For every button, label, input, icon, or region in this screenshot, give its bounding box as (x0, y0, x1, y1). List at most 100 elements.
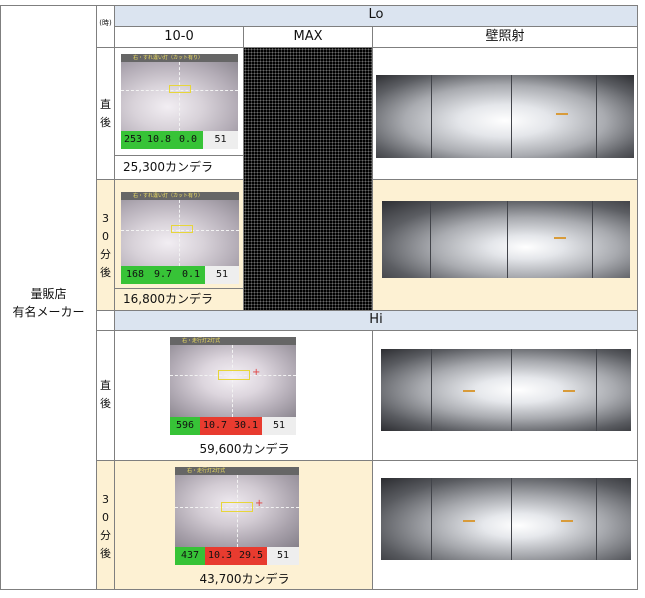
reading-height: 51 (203, 131, 238, 149)
lo-after30-candela: 16,800カンデラ (114, 288, 244, 311)
hi-immediate-wall-cell (372, 330, 638, 461)
beam-glow (381, 478, 631, 560)
hi-header-label: Hi (369, 312, 383, 327)
lo-after30-wall-cell (372, 179, 638, 311)
wall-seam (511, 478, 512, 560)
target-box (171, 225, 193, 233)
beam-pattern (121, 200, 239, 266)
reference-mark (563, 390, 575, 392)
reading-vertical: 10.3 (205, 547, 235, 565)
target-box (218, 370, 250, 380)
reading-height: 51 (267, 547, 299, 565)
time-char: 後 (100, 266, 111, 279)
reference-mark (561, 520, 573, 522)
time-label-hi-immediate: 直 後 (96, 330, 115, 461)
hi-after30-candela: 43,700カンデラ (115, 570, 374, 588)
hi-header: Hi (114, 310, 638, 331)
tester-screen: 右・走行灯2灯式 + 437 10.3 29.5 51 (175, 467, 299, 565)
beam-pattern (170, 345, 296, 417)
wall-photo (381, 478, 631, 560)
reading-horizontal: 30.1 (230, 417, 262, 435)
time-char: 0 (102, 230, 109, 243)
tester-title: 右・すれ違い灯（カット有り） (133, 55, 204, 61)
reading-intensity: 596 (170, 417, 200, 435)
wall-photo (381, 349, 631, 431)
time-char: 後 (100, 397, 111, 410)
col-header-wall: 壁照射 (372, 26, 638, 48)
wall-seam (511, 75, 512, 158)
candela-value: 43,700カンデラ (199, 572, 290, 586)
reading-horizontal: 0.1 (177, 266, 205, 284)
tester-title: 右・走行灯2灯式 (187, 468, 226, 474)
wall-seam (596, 478, 597, 560)
wall-seam (430, 201, 431, 278)
candela-value: 59,600カンデラ (199, 442, 290, 456)
time-char: 3 (102, 493, 109, 506)
lo-header-label: Lo (368, 7, 384, 22)
reading-vertical: 9.7 (149, 266, 177, 284)
target-box (221, 502, 253, 512)
reading-intensity: 437 (175, 547, 205, 565)
beam-glow (381, 349, 631, 431)
wall-seam (431, 478, 432, 560)
col-header-wall-label: 壁照射 (485, 29, 525, 44)
reference-mark (463, 520, 475, 522)
col-header-10-0: 10-0 (114, 26, 244, 48)
tester-screen: 右・すれ違い灯（カット有り） 168 9.7 0.1 51 (121, 192, 239, 284)
time-label-lo-after30: 3 0 分 後 (96, 179, 115, 311)
lo-immediate-candela: 25,300カンデラ (114, 155, 244, 180)
time-label-lo-immediate: 直 後 (96, 47, 115, 180)
wall-seam (592, 201, 593, 278)
wall-seam (596, 75, 597, 158)
candela-value: 16,800カンデラ (123, 292, 213, 306)
time-char: 0 (102, 511, 109, 524)
crosshair-icon: + (252, 367, 261, 378)
lo-header: Lo (114, 5, 638, 27)
lo-immediate-wall-cell (372, 47, 638, 180)
wall-seam (431, 349, 432, 431)
tester-title: 右・走行灯2灯式 (182, 338, 221, 344)
col-header-max-label: MAX (293, 29, 323, 44)
time-char: 分 (100, 529, 111, 542)
tester-title: 右・すれ違い灯（カット有り） (133, 193, 204, 199)
reference-mark (556, 113, 568, 115)
reference-mark (554, 237, 566, 239)
hi-after30-tester-cell: 右・走行灯2灯式 + 437 10.3 29.5 51 43,700カンデラ (114, 460, 373, 590)
time-char: 後 (100, 116, 111, 129)
vertical-guide (179, 62, 180, 131)
col-header-max: MAX (243, 26, 373, 48)
hi-after30-wall-cell (372, 460, 638, 590)
reading-height: 51 (205, 266, 239, 284)
tester-screen: 右・走行灯2灯式 + 596 10.7 30.1 51 (170, 337, 296, 435)
crosshair-icon: + (255, 498, 264, 509)
hi-immediate-candela: 59,600カンデラ (115, 440, 374, 458)
hi-immediate-tester-cell: 右・走行灯2灯式 + 596 10.7 30.1 51 59,600カンデラ (114, 330, 373, 461)
wall-photo (376, 75, 634, 158)
wall-seam (431, 75, 432, 158)
reading-horizontal: 0.0 (173, 131, 203, 149)
hi-header-spacer (96, 310, 115, 331)
wall-photo (382, 201, 630, 278)
tester-screen: 右・すれ違い灯（カット有り） 253 10.8 0.0 51 (121, 54, 238, 149)
vertical-guide (179, 200, 180, 266)
time-char: 3 (102, 212, 109, 225)
max-cell-na (243, 47, 373, 311)
reading-height: 51 (262, 417, 296, 435)
reading-horizontal: 29.5 (235, 547, 267, 565)
wall-seam (507, 201, 508, 278)
time-char: 分 (100, 248, 111, 261)
reading-bar: 596 10.7 30.1 51 (170, 417, 296, 435)
lo-after30-tester-cell: 右・すれ違い灯（カット有り） 168 9.7 0.1 51 (114, 179, 244, 289)
reading-bar: 253 10.8 0.0 51 (121, 131, 238, 149)
time-label-hi-after30: 3 0 分 後 (96, 460, 115, 590)
candela-value: 25,300カンデラ (123, 160, 213, 174)
row-label-store: 量販店 (30, 287, 67, 301)
reading-bar: 437 10.3 29.5 51 (175, 547, 299, 565)
wall-seam (596, 349, 597, 431)
unit-label: (時) (99, 19, 112, 27)
row-label: 量販店 有名メーカー (0, 285, 97, 321)
time-char: 後 (100, 547, 111, 560)
wall-seam (511, 349, 512, 431)
vertical-guide (232, 345, 233, 417)
time-char: 直 (100, 379, 111, 392)
